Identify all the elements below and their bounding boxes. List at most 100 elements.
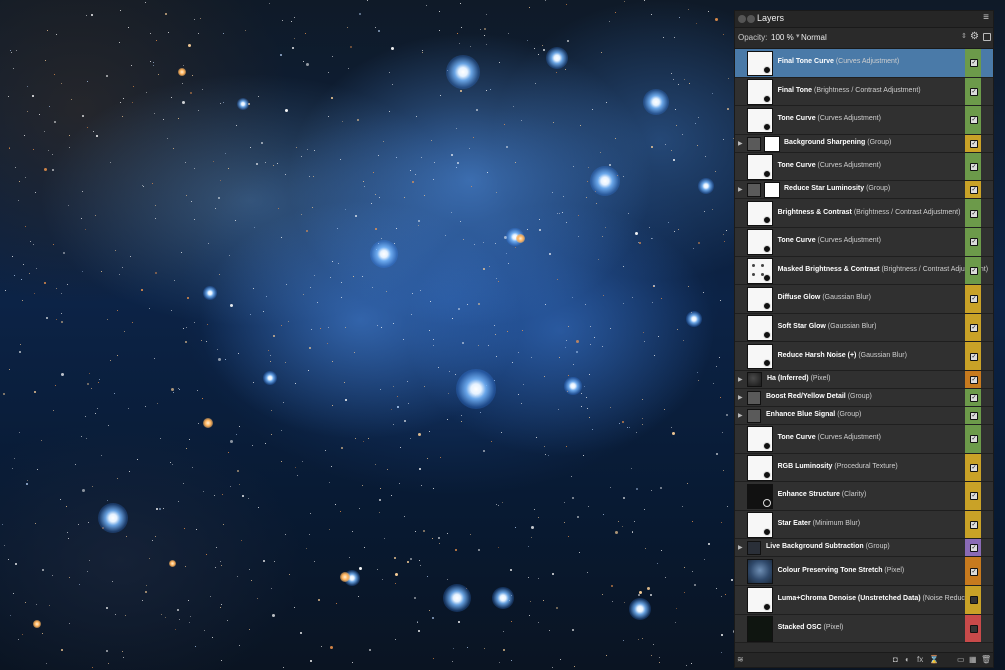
layer-row[interactable]: Masked Brightness & Contrast (Brightness… (735, 256, 993, 286)
visibility-checkbox[interactable]: ✓ (970, 238, 978, 247)
visibility-checkbox[interactable]: ✓ (970, 186, 978, 195)
visibility-checkbox[interactable]: ✓ (970, 492, 978, 501)
expand-chevron-icon[interactable]: ▶ (738, 186, 743, 193)
group-icon[interactable]: ▭ (957, 655, 965, 664)
star (565, 69, 566, 70)
visibility-checkbox[interactable]: ✓ (970, 163, 978, 172)
star (355, 215, 357, 217)
layer-row[interactable]: ▶ Background Sharpening (Group) ✓ (735, 134, 993, 153)
star (49, 605, 50, 606)
star (12, 468, 13, 469)
star (644, 0, 645, 1)
star (716, 588, 717, 589)
visibility-checkbox[interactable]: ✓ (970, 295, 978, 304)
layer-row[interactable]: Reduce Harsh Noise (+) (Gaussian Blur) ✓ (735, 342, 993, 371)
layer-label: Reduce Harsh Noise (+) (Gaussian Blur) (778, 352, 907, 359)
visibility-checkbox[interactable]: ✓ (970, 393, 978, 402)
layer-row[interactable]: Tone Curve (Curves Adjustment) ✓ (735, 106, 993, 135)
delete-icon[interactable]: 🗑 (981, 655, 991, 664)
visibility-checkbox[interactable]: ✓ (970, 324, 978, 333)
star (330, 277, 331, 278)
star (117, 355, 118, 356)
lock-icon[interactable] (983, 33, 991, 41)
live-filter-icon[interactable]: ⌛ (929, 655, 939, 664)
layer-row[interactable]: Tone Curve (Curves Adjustment) ✓ (735, 227, 993, 257)
fx-icon[interactable]: fx (917, 655, 923, 664)
star (194, 168, 195, 169)
visibility-checkbox[interactable]: ✓ (970, 116, 978, 125)
layer-row[interactable]: ▶ Live Background Subtraction (Group) ✓ (735, 539, 993, 558)
layers-icon[interactable]: ≋ (737, 655, 744, 664)
star (309, 347, 311, 349)
layer-row[interactable]: Tone Curve (Curves Adjustment) ✓ (735, 152, 993, 182)
expand-chevron-icon[interactable]: ▶ (738, 140, 743, 147)
bright-star (98, 503, 128, 533)
layer-row[interactable]: Luma+Chroma Denoise (Unstretched Data) (… (735, 585, 993, 615)
layer-row[interactable]: Tone Curve (Curves Adjustment) ✓ (735, 424, 993, 454)
expand-chevron-icon[interactable]: ▶ (738, 376, 743, 383)
star (587, 408, 588, 409)
expand-chevron-icon[interactable]: ▶ (738, 394, 743, 401)
visibility-checkbox[interactable]: ✓ (970, 463, 978, 472)
star (35, 192, 36, 193)
layer-row[interactable]: Final Tone Curve (Curves Adjustment) ✓ (735, 49, 993, 78)
visibility-checkbox[interactable]: ✓ (970, 375, 978, 384)
layer-row[interactable]: ▶ Reduce Star Luminosity (Group) ✓ (735, 181, 993, 200)
visibility-checkbox[interactable] (970, 596, 978, 605)
visibility-checkbox[interactable]: ✓ (970, 411, 978, 420)
layer-row[interactable]: RGB Luminosity (Procedural Texture) ✓ (735, 453, 993, 483)
star (713, 383, 714, 384)
layer-row[interactable]: Colour Preserving Tone Stretch (Pixel) ✓ (735, 557, 993, 586)
mask-icon[interactable]: ◘ (893, 655, 898, 664)
layer-row[interactable]: ▶ Boost Red/Yellow Detail (Group) ✓ (735, 388, 993, 407)
visibility-checkbox[interactable]: ✓ (970, 266, 978, 275)
adjustment-icon[interactable]: ◐ (905, 655, 910, 664)
opacity-input[interactable]: 100 % (769, 31, 797, 44)
layer-row[interactable]: Diffuse Glow (Gaussian Blur) ✓ (735, 285, 993, 314)
star (325, 450, 326, 451)
opacity-label: Opacity: (738, 33, 768, 42)
layer-row[interactable]: Soft Star Glow (Gaussian Blur) ✓ (735, 313, 993, 343)
close-icon[interactable] (738, 15, 746, 23)
star (61, 373, 64, 376)
blend-mode-select[interactable]: Normal (799, 31, 964, 44)
visibility-checkbox[interactable]: ✓ (970, 521, 978, 530)
star (96, 135, 98, 137)
expand-chevron-icon[interactable]: ▶ (738, 544, 743, 551)
layer-label: Tone Curve (Curves Adjustment) (778, 237, 881, 244)
star (611, 585, 613, 587)
layer-row[interactable]: ▶ Ha (Inferred) (Pixel) ✓ (735, 370, 993, 389)
add-layer-icon[interactable]: ▦ (969, 655, 977, 664)
star (515, 527, 516, 528)
star (19, 181, 20, 182)
layer-row[interactable]: ▶ Enhance Blue Signal (Group) ✓ (735, 406, 993, 425)
minimize-icon[interactable] (747, 15, 755, 23)
layer-row[interactable]: Enhance Structure (Clarity) ✓ (735, 482, 993, 511)
star (130, 256, 131, 257)
visibility-checkbox[interactable]: ✓ (970, 59, 978, 68)
visibility-checkbox[interactable]: ✓ (970, 544, 978, 553)
layer-label: Live Background Subtraction (Group) (766, 543, 890, 550)
star (431, 140, 432, 141)
visibility-checkbox[interactable]: ✓ (970, 139, 978, 148)
visibility-checkbox[interactable]: ✓ (970, 352, 978, 361)
panel-menu-icon[interactable]: ≡ (983, 12, 989, 23)
layer-label: Background Sharpening (Group) (784, 139, 891, 146)
gear-icon[interactable]: ⚙ (970, 31, 979, 42)
expand-chevron-icon[interactable]: ▶ (738, 412, 743, 419)
layer-row[interactable]: Brightness & Contrast (Brightness / Cont… (735, 199, 993, 228)
visibility-checkbox[interactable]: ✓ (970, 567, 978, 576)
layer-row[interactable]: Final Tone (Brightness / Contrast Adjust… (735, 77, 993, 107)
star (470, 534, 471, 535)
layer-name: RGB Luminosity (777, 462, 833, 470)
star (132, 102, 133, 103)
blend-mode-chevron-icon[interactable]: ⇕ (961, 32, 967, 40)
layer-row[interactable]: Star Eater (Minimum Blur) ✓ (735, 510, 993, 540)
layer-row[interactable]: Stacked OSC (Pixel) (735, 614, 993, 644)
visibility-checkbox[interactable]: ✓ (970, 435, 978, 444)
visibility-checkbox[interactable]: ✓ (970, 87, 978, 96)
star (263, 560, 265, 562)
visibility-checkbox[interactable]: ✓ (970, 209, 978, 218)
star (238, 353, 239, 354)
visibility-checkbox[interactable] (970, 624, 978, 633)
